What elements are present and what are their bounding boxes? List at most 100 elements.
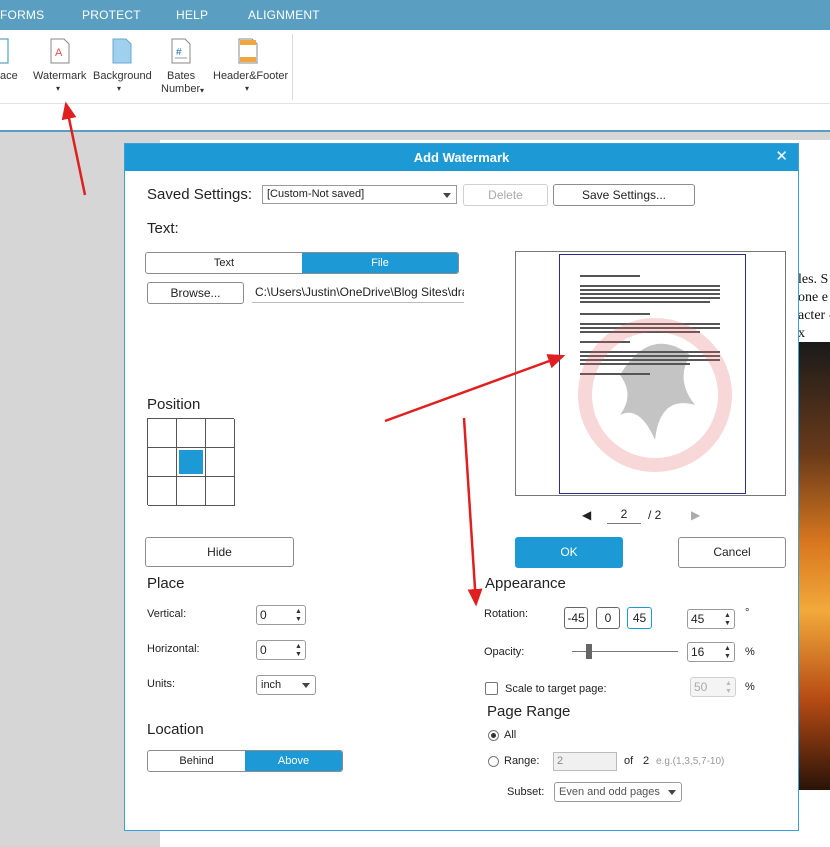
watermark-icon[interactable]: A: [50, 38, 70, 64]
rotation-label: Rotation:: [484, 608, 529, 620]
background-icon[interactable]: [112, 38, 132, 64]
browse-button[interactable]: Browse...: [147, 282, 244, 304]
next-page-icon[interactable]: ▶: [691, 508, 700, 522]
scale-stepper[interactable]: 50 ▲ ▼: [690, 677, 736, 697]
position-cell-top-right[interactable]: [206, 419, 235, 448]
watermark-dropdown-icon[interactable]: ▾: [56, 82, 60, 95]
menu-alignment[interactable]: ALIGNMENT: [248, 8, 320, 22]
all-pages-label: All: [504, 729, 517, 741]
saved-settings-value: [Custom-Not saved]: [267, 188, 365, 200]
bates-number-label-line1[interactable]: Bates: [167, 70, 195, 83]
above-option[interactable]: Above: [245, 751, 342, 771]
opacity-slider-handle[interactable]: [585, 644, 592, 659]
range-input[interactable]: 2: [553, 752, 617, 771]
saved-settings-label: Saved Settings:: [147, 186, 253, 203]
ribbon-toolbar: ace A Watermark ▾ Background ▾ # Bates N…: [0, 30, 830, 104]
background-dropdown-icon[interactable]: ▾: [117, 82, 121, 95]
rotation-unit: °: [745, 607, 750, 619]
rotation-stepper[interactable]: 45 ▲ ▼: [687, 609, 735, 629]
ribbon-partial-label[interactable]: ace: [0, 70, 18, 83]
menu-protect[interactable]: PROTECT: [82, 8, 141, 22]
menu-forms[interactable]: FORMS: [0, 8, 44, 22]
document-text-line: x: [798, 326, 805, 341]
behind-option[interactable]: Behind: [148, 751, 245, 771]
position-grid: [147, 418, 235, 506]
rotation-minus45-button[interactable]: -45: [564, 607, 588, 629]
page-total: / 2: [648, 508, 662, 522]
stepper-arrows-icon[interactable]: ▲ ▼: [723, 645, 732, 661]
document-image: [797, 342, 830, 790]
dragon-watermark-icon: [578, 318, 732, 472]
chevron-down-icon: [668, 790, 676, 795]
location-section-title: Location: [147, 721, 204, 738]
header-footer-icon[interactable]: [238, 38, 258, 64]
units-value: inch: [261, 679, 282, 691]
subset-value: Even and odd pages: [559, 786, 660, 798]
position-cell-middle-right[interactable]: [206, 448, 235, 477]
total-pages-value: 2: [643, 755, 650, 767]
header-footer-dropdown-icon[interactable]: ▾: [245, 82, 249, 95]
rotation-45-button[interactable]: 45: [627, 607, 652, 629]
menu-help[interactable]: HELP: [176, 8, 208, 22]
position-cell-top-center[interactable]: [177, 419, 206, 448]
prev-page-icon[interactable]: ◀: [582, 508, 591, 522]
bates-dropdown-icon[interactable]: ▾: [200, 84, 204, 97]
position-cell-bottom-left[interactable]: [148, 477, 177, 506]
range-hint: e.g.(1,3,5,7-10): [656, 756, 725, 767]
tab-text[interactable]: Text: [146, 253, 302, 273]
svg-text:A: A: [55, 47, 63, 59]
page-number-input[interactable]: 2: [607, 505, 641, 524]
cancel-button[interactable]: Cancel: [678, 537, 786, 568]
stepper-arrows-icon[interactable]: ▲ ▼: [294, 643, 303, 659]
saved-settings-select[interactable]: [Custom-Not saved]: [262, 185, 457, 204]
save-settings-button[interactable]: Save Settings...: [553, 184, 695, 206]
scale-unit: %: [745, 681, 755, 693]
opacity-unit: %: [745, 646, 755, 658]
units-select[interactable]: inch: [256, 675, 316, 695]
stepper-arrows-icon[interactable]: ▲ ▼: [294, 608, 303, 624]
partial-tool-icon: [0, 38, 9, 64]
page-range-section-title: Page Range: [487, 703, 571, 720]
horizontal-label: Horizontal:: [147, 643, 200, 655]
position-cell-center[interactable]: [177, 448, 206, 477]
range-radio[interactable]: [488, 756, 499, 767]
dialog-title: Add Watermark: [125, 144, 798, 171]
chevron-down-icon: [443, 192, 451, 198]
scale-to-target-checkbox[interactable]: [485, 682, 498, 695]
ok-button[interactable]: OK: [515, 537, 623, 568]
vertical-stepper[interactable]: 0 ▲ ▼: [256, 605, 306, 625]
close-icon[interactable]: ✕: [775, 147, 788, 165]
position-section-title: Position: [147, 396, 201, 413]
horizontal-stepper[interactable]: 0 ▲ ▼: [256, 640, 306, 660]
file-path-field[interactable]: C:\Users\Justin\OneDrive\Blog Sites\drag…: [252, 284, 464, 303]
position-cell-bottom-right[interactable]: [206, 477, 235, 506]
all-pages-radio[interactable]: [488, 730, 499, 741]
menu-bar: FORMS PROTECT HELP ALIGNMENT: [0, 0, 830, 30]
place-section-title: Place: [147, 575, 185, 592]
document-text-line: acter -: [798, 308, 830, 323]
preview-page: [559, 254, 746, 494]
bates-number-icon[interactable]: #: [171, 38, 191, 64]
delete-button[interactable]: Delete: [463, 184, 548, 206]
document-text-line: les. S: [798, 272, 829, 287]
subset-label: Subset:: [507, 786, 545, 798]
vertical-value: 0: [260, 608, 267, 622]
rotation-0-button[interactable]: 0: [596, 607, 620, 629]
bates-number-label-line2[interactable]: Number: [161, 83, 200, 96]
hide-button[interactable]: Hide: [145, 537, 294, 567]
subset-select[interactable]: Even and odd pages: [554, 782, 682, 802]
chevron-down-icon: [302, 683, 310, 688]
vertical-label: Vertical:: [147, 608, 187, 620]
position-cell-top-left[interactable]: [148, 419, 177, 448]
position-cell-bottom-center[interactable]: [177, 477, 206, 506]
document-text-line: one e: [798, 290, 828, 305]
opacity-value: 16: [691, 645, 705, 659]
opacity-stepper[interactable]: 16 ▲ ▼: [687, 642, 735, 662]
header-footer-button[interactable]: Header&Footer: [213, 70, 288, 83]
tab-file[interactable]: File: [302, 253, 458, 273]
stepper-arrows-icon[interactable]: ▲ ▼: [723, 612, 732, 628]
background-button[interactable]: Background: [93, 70, 152, 83]
range-label: Range:: [504, 755, 540, 767]
position-cell-middle-left[interactable]: [148, 448, 177, 477]
stepper-arrows-icon[interactable]: ▲ ▼: [724, 680, 733, 696]
